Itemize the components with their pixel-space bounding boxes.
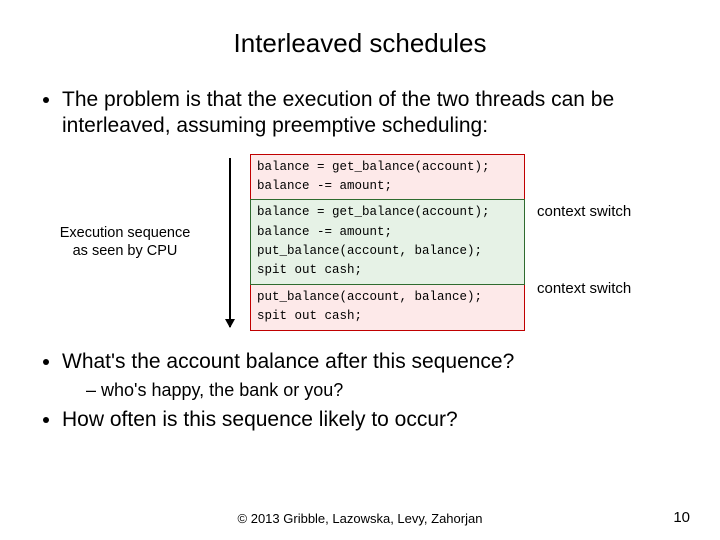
arrow-column [222, 154, 238, 331]
context-switch-2: context switch [537, 280, 631, 297]
code-thread2: balance = get_balance(account); balance … [250, 199, 525, 285]
diagram: Execution sequence as seen by CPU balanc… [40, 154, 680, 331]
page-number: 10 [673, 509, 690, 526]
execution-caption-text: Execution sequence as seen by CPU [60, 225, 191, 259]
bullet-2: What's the account balance after this se… [62, 349, 680, 402]
bullet-list-bottom: What's the account balance after this se… [40, 349, 680, 434]
code-thread1-part2: put_balance(account, balance); spit out … [250, 284, 525, 331]
slide-title: Interleaved schedules [40, 28, 680, 59]
bullet-2-sub: who's happy, the bank or you? [86, 379, 680, 402]
bullet-2-sublist: who's happy, the bank or you? [62, 379, 680, 402]
code-thread1-part1: balance = get_balance(account); balance … [250, 154, 525, 201]
context-switch-1: context switch [537, 203, 631, 220]
bullet-1: The problem is that the execution of the… [62, 87, 680, 140]
bullet-list-top: The problem is that the execution of the… [40, 87, 680, 140]
slide: Interleaved schedules The problem is tha… [0, 0, 720, 540]
bullet-2-text: What's the account balance after this se… [62, 350, 514, 373]
bullet-3: How often is this sequence likely to occ… [62, 407, 680, 433]
copyright: © 2013 Gribble, Lazowska, Levy, Zahorjan [0, 511, 720, 526]
down-arrow-icon [229, 158, 231, 327]
code-boxes: balance = get_balance(account); balance … [250, 154, 525, 331]
context-switch-labels: context switch context switch [537, 154, 657, 331]
execution-caption: Execution sequence as seen by CPU [40, 224, 210, 260]
